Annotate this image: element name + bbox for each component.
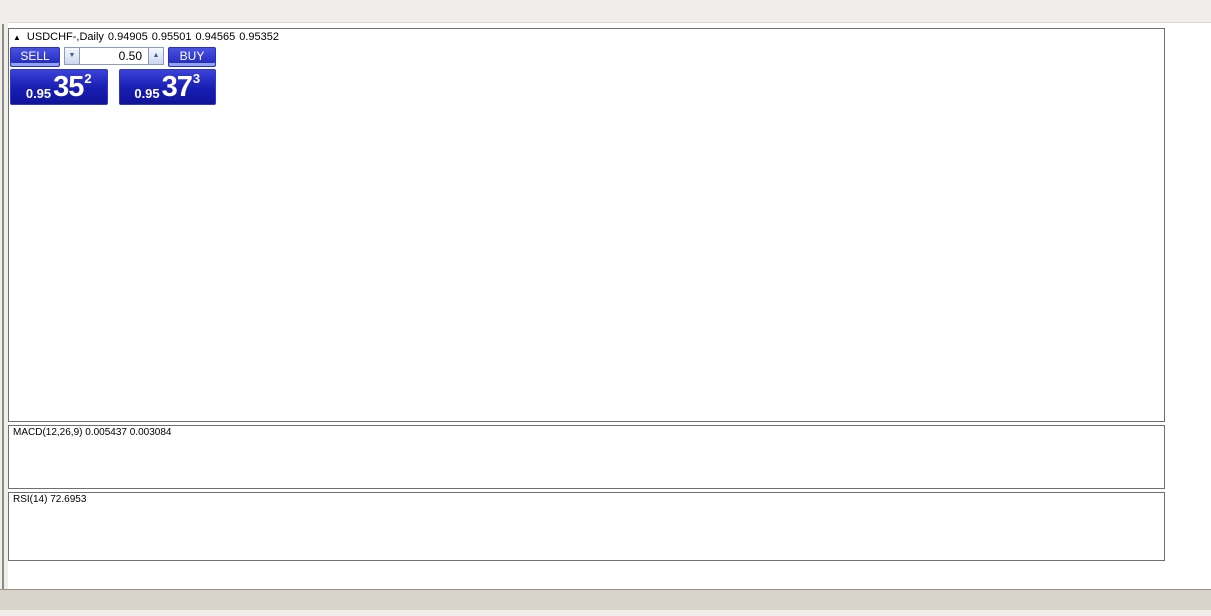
chart-title: ▲ USDCHF-,Daily 0.94905 0.955010.94565 0.953… (13, 31, 283, 43)
ask-price-big: 37 (162, 74, 192, 101)
ohlc-low: 0.94565 (195, 31, 235, 43)
timeframe-toolbar (0, 0, 1211, 23)
ask-price-button[interactable]: 0.95 37 3 (119, 69, 217, 105)
bid-price-prefix: 0.95 (26, 86, 51, 101)
rsi-chart (9, 493, 1164, 560)
bid-price-pipette: 2 (84, 71, 91, 86)
ask-price-pipette: 3 (193, 71, 200, 86)
bid-price-big: 35 (53, 74, 83, 101)
rsi-label: RSI(14) 72.6953 (13, 494, 86, 505)
one-click-trading-panel: SELL ▼ 0.50 ▲ BUY 0.95 35 2 0.95 37 3 (10, 47, 216, 105)
macd-pane[interactable] (8, 425, 1165, 489)
symbol-label: USDCHF-,Daily (27, 31, 104, 43)
ohlc-high: 0.95501 (152, 31, 192, 43)
ohlc-open: 0.94905 (108, 31, 148, 43)
collapse-arrow-icon[interactable]: ▲ (13, 33, 21, 42)
macd-chart (9, 426, 1164, 488)
macd-label: MACD(12,26,9) 0.005437 0.003084 (13, 427, 171, 438)
bid-price-button[interactable]: 0.95 35 2 (10, 69, 108, 105)
buy-button[interactable]: BUY (168, 47, 216, 67)
chart-tab-bar (0, 589, 1211, 610)
volume-decrease-button[interactable]: ▼ (64, 47, 80, 65)
ask-price-prefix: 0.95 (134, 86, 159, 101)
window-frame-line (2, 24, 4, 590)
volume-increase-button[interactable]: ▲ (148, 47, 164, 65)
ohlc-close: 0.95352 (239, 31, 279, 43)
rsi-pane[interactable] (8, 492, 1165, 561)
volume-input[interactable]: 0.50 (80, 47, 148, 65)
bottom-strip (0, 610, 1211, 616)
sell-button[interactable]: SELL (10, 47, 60, 67)
